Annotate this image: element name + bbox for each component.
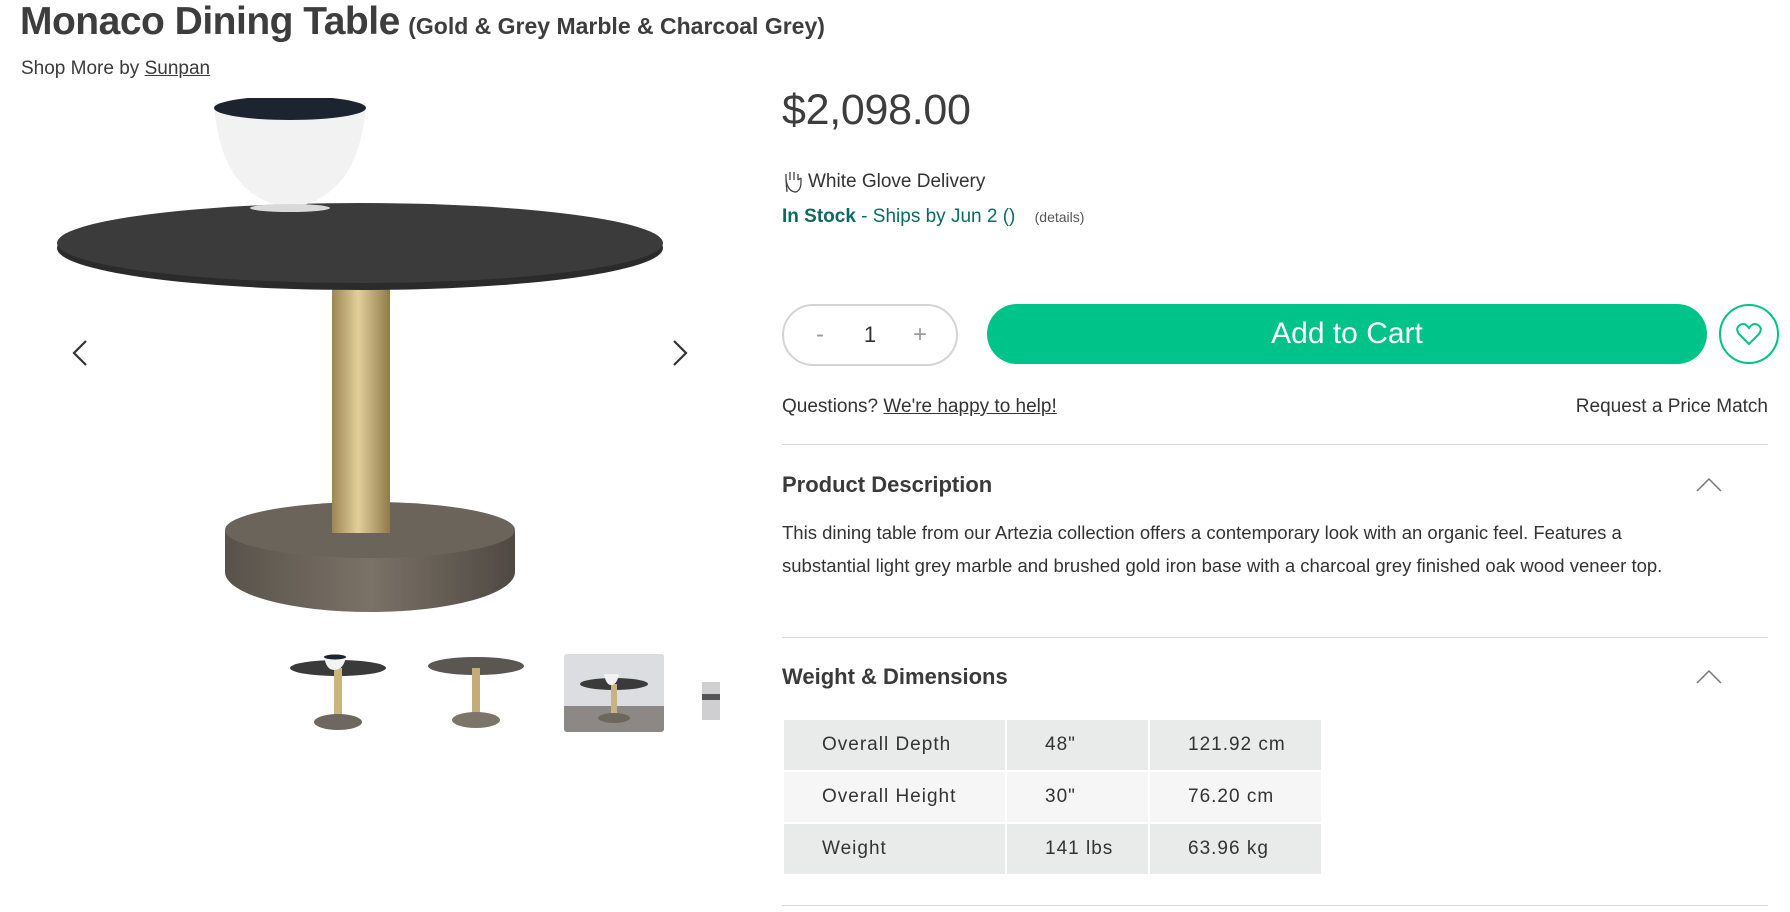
- table-row: Weight 141 lbs 63.96 kg: [784, 824, 1321, 874]
- dimensions-table: Overall Depth 48" 121.92 cm Overall Heig…: [782, 718, 1323, 876]
- table-row: Overall Height 30" 76.20 cm: [784, 772, 1321, 822]
- thumbnail-image: [290, 654, 386, 730]
- wishlist-button[interactable]: [1719, 304, 1779, 364]
- product-description-toggle[interactable]: Product Description: [782, 468, 1768, 502]
- dimension-imperial: 30": [1007, 772, 1148, 822]
- quantity-value[interactable]: 1: [864, 322, 876, 348]
- weight-dimensions-toggle[interactable]: Weight & Dimensions: [782, 660, 1768, 694]
- gallery-prev-button[interactable]: [60, 328, 100, 378]
- glove-icon: [785, 172, 802, 193]
- thumbnail-image: [564, 654, 664, 732]
- brand-link[interactable]: Sunpan: [145, 58, 211, 79]
- dimension-label: Overall Depth: [784, 720, 1005, 770]
- details-link[interactable]: (details): [1035, 209, 1085, 225]
- dimension-imperial: 141 lbs: [1007, 824, 1148, 874]
- dimension-metric: 76.20 cm: [1150, 772, 1321, 822]
- product-page: Monaco Dining Table (Gold & Grey Marble …: [0, 0, 1790, 912]
- product-title: Monaco Dining Table: [20, 0, 400, 43]
- product-variant: (Gold & Grey Marble & Charcoal Grey): [408, 13, 825, 39]
- product-price: $2,098.00: [782, 86, 971, 134]
- thumbnail[interactable]: [702, 654, 720, 732]
- divider: [782, 444, 1768, 445]
- product-title-row: Monaco Dining Table (Gold & Grey Marble …: [20, 0, 825, 44]
- help-link[interactable]: We're happy to help!: [883, 396, 1056, 417]
- dimension-metric: 121.92 cm: [1150, 720, 1321, 770]
- ships-by-text: - Ships by Jun 2 (): [855, 206, 1016, 227]
- weight-dimensions-heading: Weight & Dimensions: [782, 664, 1008, 689]
- chevron-up-icon: [1696, 478, 1722, 492]
- gallery-next-button[interactable]: [660, 328, 700, 378]
- dimension-label: Overall Height: [784, 772, 1005, 822]
- product-gallery: [40, 98, 720, 618]
- thumbnail[interactable]: [288, 654, 388, 732]
- thumbnail-image: [428, 657, 524, 728]
- in-stock-label: In Stock: [782, 206, 856, 227]
- divider: [782, 905, 1768, 906]
- dimension-imperial: 48": [1007, 720, 1148, 770]
- table-row: Overall Depth 48" 121.92 cm: [784, 720, 1321, 770]
- chevron-left-icon: [72, 340, 87, 366]
- product-description-text: This dining table from our Artezia colle…: [782, 522, 1663, 576]
- shop-more-by: Shop More by Sunpan: [21, 58, 210, 80]
- white-glove-delivery: White Glove Delivery: [782, 170, 985, 194]
- delivery-label: White Glove Delivery: [808, 171, 986, 192]
- thumbnail-selected[interactable]: [564, 654, 664, 732]
- questions-line: Questions? We're happy to help!: [782, 396, 1057, 418]
- thumbnail[interactable]: [426, 654, 526, 732]
- stock-status: In Stock - Ships by Jun 2 () (details): [782, 206, 1084, 228]
- product-description-heading: Product Description: [782, 472, 993, 497]
- questions-label: Questions?: [782, 396, 884, 417]
- chevron-right-icon: [673, 340, 688, 366]
- divider: [782, 637, 1768, 638]
- add-to-cart-button[interactable]: Add to Cart: [987, 304, 1707, 364]
- quantity-decrease-button[interactable]: -: [808, 321, 832, 349]
- heart-icon: [1736, 323, 1762, 346]
- product-main-image: [57, 98, 663, 612]
- shop-more-label: Shop More by: [21, 58, 145, 79]
- thumbnail-image: [702, 682, 720, 720]
- gallery-thumbnails: [288, 654, 720, 734]
- price-match-link[interactable]: Request a Price Match: [1576, 396, 1768, 418]
- quantity-stepper: - 1 +: [782, 304, 958, 366]
- dimension-metric: 63.96 kg: [1150, 824, 1321, 874]
- chevron-up-icon: [1696, 670, 1722, 684]
- quantity-increase-button[interactable]: +: [908, 321, 932, 349]
- dimension-label: Weight: [784, 824, 1005, 874]
